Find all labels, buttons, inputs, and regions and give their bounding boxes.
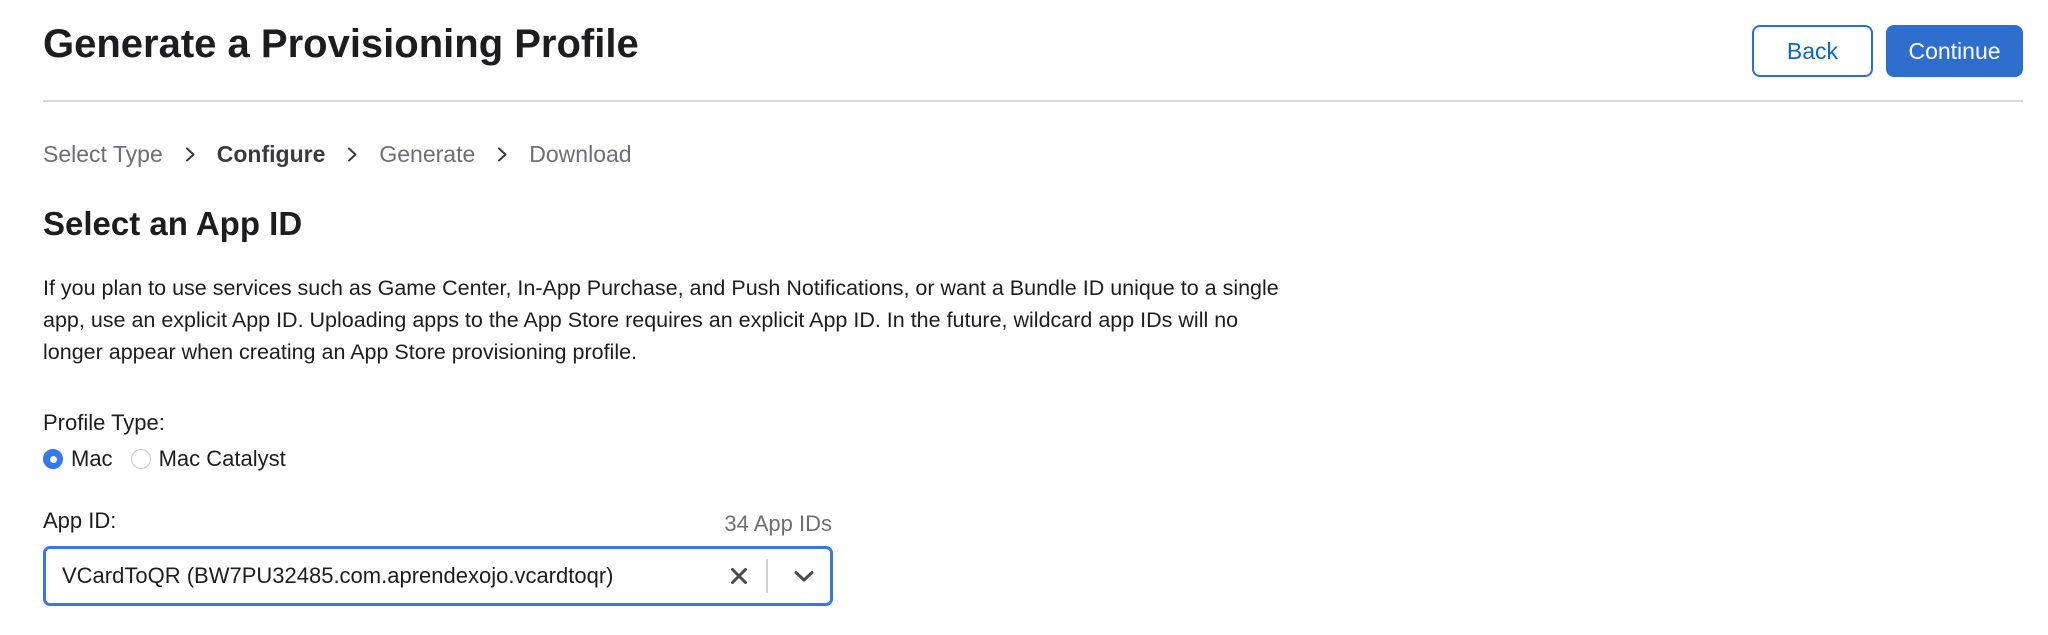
section-title: Select an App ID	[43, 205, 303, 242]
header-divider	[43, 100, 2023, 102]
section-description: If you plan to use services such as Game…	[43, 276, 1279, 364]
radio-button-mac[interactable]	[43, 449, 63, 469]
chevron-right-icon	[325, 138, 379, 170]
breadcrumb-step-download: Download	[529, 141, 632, 167]
radio-option-mac-catalyst[interactable]: Mac Catalyst	[130, 446, 286, 472]
chevron-down-icon	[794, 570, 814, 581]
radio-option-mac[interactable]: Mac	[43, 446, 113, 472]
chevron-right-icon	[163, 138, 217, 170]
app-id-selected-value[interactable]: VCardToQR (BW7PU32485.com.aprendexojo.vc…	[46, 563, 716, 589]
app-id-select[interactable]: VCardToQR (BW7PU32485.com.aprendexojo.vc…	[43, 546, 833, 606]
back-button[interactable]: Back	[1752, 25, 1873, 77]
select-divider	[766, 559, 768, 593]
close-icon	[731, 568, 747, 584]
page-title: Generate a Provisioning Profile	[43, 22, 639, 66]
radio-label-mac: Mac	[71, 446, 113, 471]
profile-type-label: Profile Type:	[43, 410, 165, 435]
breadcrumb-step-configure: Configure	[216, 141, 326, 167]
continue-button[interactable]: Continue	[1886, 25, 2023, 77]
radio-label-mac-catalyst: Mac Catalyst	[158, 446, 286, 471]
clear-selection-button[interactable]	[716, 549, 762, 603]
breadcrumb: Select Type Configure Generate Download	[43, 138, 632, 170]
app-id-label: App ID:	[43, 508, 117, 533]
dropdown-toggle-button[interactable]	[778, 549, 830, 603]
chevron-right-icon	[475, 138, 529, 170]
radio-button-mac-catalyst[interactable]	[130, 449, 151, 469]
breadcrumb-step-select-type: Select Type	[43, 141, 163, 167]
profile-type-radio-group: Mac Mac Catalyst	[43, 444, 286, 474]
app-id-count: 34 App IDs	[724, 511, 832, 536]
breadcrumb-step-generate: Generate	[379, 141, 476, 167]
